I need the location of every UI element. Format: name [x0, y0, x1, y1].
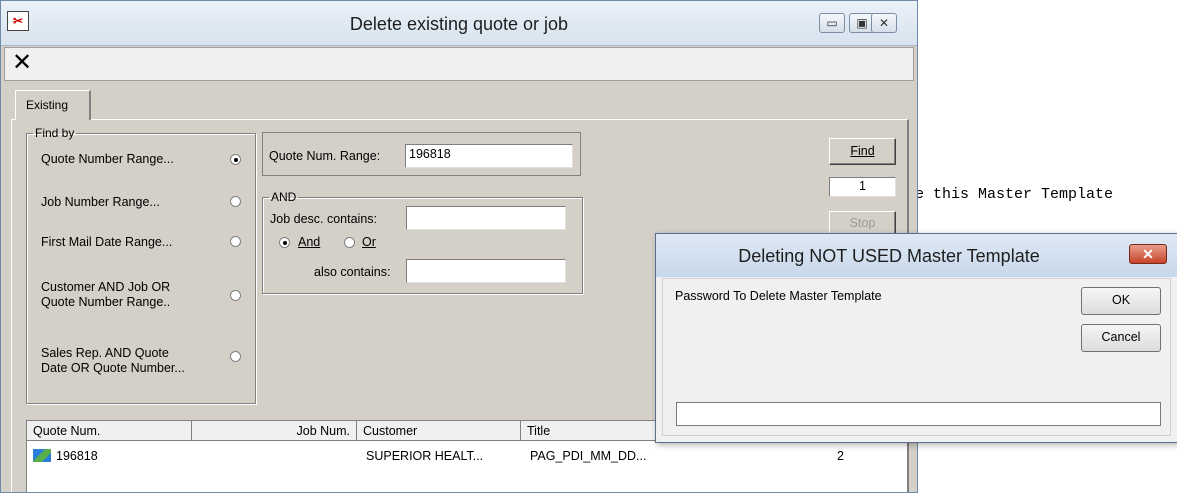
radio-customer-and-job[interactable] [230, 290, 241, 301]
row-customer: SUPERIOR HEALT... [366, 449, 484, 463]
job-desc-label: Job desc. contains: [270, 212, 378, 226]
toolbar: ✕ [4, 47, 914, 81]
also-contains-input[interactable] [406, 259, 566, 283]
cancel-button[interactable]: Cancel [1081, 324, 1161, 352]
window-close-button[interactable]: ✕ [871, 13, 897, 33]
quote-row-icon [33, 449, 51, 462]
radio-quote-number-range[interactable] [230, 154, 241, 165]
ok-button[interactable]: OK [1081, 287, 1161, 315]
column-header-job-num[interactable]: Job Num. [192, 421, 357, 441]
dialog-body: Password To Delete Master Template OK Ca… [662, 278, 1171, 436]
password-prompt: Password To Delete Master Template [675, 289, 882, 303]
radio-first-mail-date-range[interactable] [230, 236, 241, 247]
minimize-button[interactable]: ▭ [819, 13, 845, 33]
dialog-close-button[interactable]: ✕ [1129, 244, 1167, 264]
column-header-quote-num[interactable]: Quote Num. [27, 421, 192, 441]
window-title: Delete existing quote or job [349, 14, 569, 34]
delete-close-icon[interactable]: ✕ [8, 51, 36, 77]
option-sales-rep[interactable]: Sales Rep. AND Quote Date OR Quote Numbe… [41, 346, 185, 376]
option-customer-and-job[interactable]: Customer AND Job OR Quote Number Range.. [41, 280, 170, 310]
and-legend: AND [271, 190, 297, 204]
radio-or[interactable] [344, 237, 355, 248]
or-label[interactable]: Or [362, 235, 376, 250]
dialog-title-bar: Deleting NOT USED Master Template ✕ [656, 234, 1177, 277]
column-header-customer[interactable]: Customer [357, 421, 521, 441]
radio-sales-rep[interactable] [230, 351, 241, 362]
row-extra-value: 2 [837, 449, 844, 463]
quote-range-input[interactable]: 196818 [405, 144, 573, 168]
password-input[interactable] [676, 402, 1161, 426]
option-job-number-range[interactable]: Job Number Range... [41, 195, 160, 210]
password-dialog: Deleting NOT USED Master Template ✕ Pass… [655, 233, 1177, 443]
job-desc-input[interactable] [406, 206, 566, 230]
find-by-legend: Find by [35, 126, 75, 140]
title-bar: ✂ Delete existing quote or job ▭ ▣ ✕ [1, 1, 917, 46]
background-text: e this Master Template [915, 186, 1114, 203]
and-label[interactable]: And [298, 235, 320, 250]
result-count: 1 [829, 177, 896, 197]
radio-job-number-range[interactable] [230, 196, 241, 207]
find-button[interactable]: Find [829, 138, 896, 165]
row-quote-num[interactable]: 196818 [56, 449, 98, 463]
option-first-mail-date-range[interactable]: First Mail Date Range... [41, 235, 172, 250]
also-contains-label: also contains: [314, 265, 391, 279]
radio-and[interactable] [279, 237, 290, 248]
quote-range-label: Quote Num. Range: [269, 149, 381, 163]
tab-existing[interactable]: Existing [15, 90, 91, 120]
row-title: PAG_PDI_MM_DD... [530, 449, 647, 463]
option-quote-number-range[interactable]: Quote Number Range... [41, 152, 174, 167]
tab-existing-label: Existing [26, 98, 69, 112]
dialog-title: Deleting NOT USED Master Template [738, 246, 1040, 266]
